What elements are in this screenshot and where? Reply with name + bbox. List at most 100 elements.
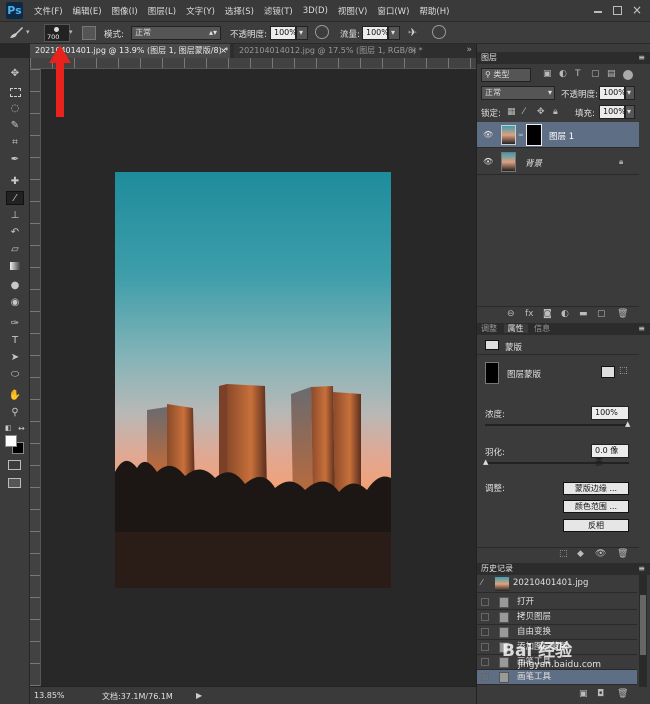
flow-input[interactable]: 100%	[362, 26, 389, 40]
mode-select[interactable]: 正常 ▴▾	[131, 26, 221, 40]
filter-pixel-icon[interactable]: ▣	[543, 69, 552, 79]
quick-select-tool-icon[interactable]: ✎	[6, 118, 24, 132]
density-slider-thumb[interactable]: ▲	[625, 420, 630, 428]
new-document-icon[interactable]: ▣	[579, 689, 588, 699]
zoom-tool-icon[interactable]: ⚲	[6, 405, 24, 419]
close-tab-icon[interactable]: ×	[410, 44, 417, 58]
menu-view[interactable]: 视图(V)	[338, 5, 367, 17]
maximize-icon[interactable]	[613, 6, 622, 15]
feather-input[interactable]: 0.0 像素	[591, 444, 629, 467]
close-tab-icon[interactable]: ×	[220, 44, 227, 58]
menu-filter[interactable]: 滤镜(T)	[264, 5, 293, 17]
opacity-input[interactable]: 100%	[270, 26, 297, 40]
load-selection-icon[interactable]: ⬚	[559, 549, 568, 559]
history-brush-tool-icon[interactable]: ↶	[6, 225, 24, 239]
brush-panel-toggle-icon[interactable]	[82, 26, 96, 40]
tab-adjustments[interactable]: 调整	[481, 324, 497, 333]
filter-shape-icon[interactable]: ▢	[591, 69, 600, 79]
foreground-color-swatch[interactable]	[5, 435, 17, 447]
tab-info[interactable]: 信息	[534, 324, 550, 333]
tabs-overflow-icon[interactable]: »	[466, 45, 472, 55]
clone-stamp-tool-icon[interactable]: ⊥	[6, 208, 24, 222]
pressure-opacity-icon[interactable]	[315, 25, 329, 39]
layer-mask-thumbnail[interactable]	[526, 124, 542, 146]
zoom-level[interactable]: 13.85%	[34, 691, 65, 700]
blend-mode-select[interactable]: 正常 ▾	[481, 86, 555, 100]
toggle-mask-icon[interactable]: 👁︎	[595, 549, 606, 559]
airbrush-icon[interactable]: ✈	[408, 26, 417, 39]
document-image[interactable]	[115, 172, 391, 588]
gradient-tool-icon[interactable]	[6, 259, 24, 273]
history-checkbox[interactable]	[481, 643, 489, 651]
invert-button[interactable]: 反相	[563, 519, 629, 532]
tool-preset-dropdown-icon[interactable]: ▾	[26, 28, 30, 36]
panel-menu-icon[interactable]: ≡	[638, 52, 645, 64]
feather-slider-thumb[interactable]: ▲	[483, 458, 488, 466]
filter-smart-icon[interactable]: ▤	[607, 69, 616, 79]
add-mask-icon[interactable]: ◙	[543, 309, 552, 319]
pen-tool-icon[interactable]: ✑	[6, 316, 24, 330]
lock-position-icon[interactable]: ✥	[537, 107, 545, 117]
lock-pixels-icon[interactable]: ⁄	[523, 107, 525, 117]
mask-edge-button[interactable]: 蒙版边缘 ...	[563, 482, 629, 495]
panel-menu-icon[interactable]: ≡	[638, 323, 645, 335]
history-checkbox[interactable]	[481, 673, 489, 681]
history-checkbox[interactable]	[481, 613, 489, 621]
healing-brush-tool-icon[interactable]: ✚	[6, 174, 24, 188]
close-icon[interactable]: ×	[632, 3, 642, 17]
trash-icon[interactable]: 🗑︎	[617, 689, 628, 699]
filter-adjust-icon[interactable]: ◐	[559, 69, 567, 79]
ellipse-tool-icon[interactable]: ⬭	[6, 367, 24, 381]
apply-mask-icon[interactable]: ◆	[577, 549, 584, 559]
history-checkbox[interactable]	[481, 628, 489, 636]
history-brush-source-icon[interactable]: ⁄	[481, 578, 482, 587]
canvas-area[interactable]	[41, 45, 476, 686]
pixel-mask-button[interactable]	[601, 366, 615, 378]
history-checkbox[interactable]	[481, 598, 489, 606]
color-range-button[interactable]: 颜色范围 ...	[563, 500, 629, 513]
lasso-tool-icon[interactable]: ◌	[6, 101, 24, 115]
brush-tool-active-icon[interactable]: ⁄	[6, 191, 24, 205]
default-colors-icon[interactable]: ◧	[5, 424, 12, 432]
feather-slider[interactable]	[485, 462, 629, 464]
menu-file[interactable]: 文件(F)	[34, 5, 63, 17]
lock-all-icon[interactable]: 🔒︎	[553, 107, 558, 117]
link-layers-icon[interactable]: ⊖	[507, 309, 515, 319]
menu-help[interactable]: 帮助(H)	[419, 5, 449, 17]
brush-preset-dropdown-icon[interactable]: ▾	[69, 28, 73, 36]
menu-layer[interactable]: 图层(L)	[148, 5, 176, 17]
layer-name[interactable]: 图层 1	[549, 130, 574, 142]
density-input[interactable]: 100%	[591, 406, 629, 420]
dodge-tool-icon[interactable]: ◉	[6, 295, 24, 309]
hand-tool-icon[interactable]: ✋	[6, 388, 24, 402]
history-item[interactable]: 打开	[477, 595, 637, 610]
fill-input[interactable]: 100%	[599, 105, 626, 119]
minimize-icon[interactable]	[594, 11, 602, 13]
filter-toggle-icon[interactable]	[623, 70, 633, 80]
eraser-tool-icon[interactable]: ▱	[6, 242, 24, 256]
trash-icon[interactable]: 🗑︎	[617, 549, 628, 559]
path-select-tool-icon[interactable]: ➤	[6, 350, 24, 364]
layer-row-background[interactable]: 👁︎ 背景 🔒︎	[477, 149, 639, 175]
tab-document-2[interactable]: 202104014012.jpg @ 17.5% (图层 1, RGB/8) *…	[234, 44, 423, 58]
history-panel-title[interactable]: 历史记录	[481, 564, 513, 573]
visibility-eye-icon[interactable]: 👁︎	[483, 157, 493, 166]
layers-panel-title[interactable]: 图层	[481, 53, 497, 62]
new-layer-icon[interactable]: ▢	[597, 309, 606, 319]
history-item[interactable]: 拷贝图层	[477, 610, 637, 625]
brush-preset-picker[interactable]: 700	[44, 24, 70, 42]
layer-name[interactable]: 背景	[525, 157, 542, 169]
scrollbar-thumb[interactable]	[640, 595, 646, 655]
move-tool-icon[interactable]: ✥	[6, 66, 24, 80]
fill-dropdown-icon[interactable]: ▾	[625, 105, 635, 119]
status-menu-arrow-icon[interactable]: ▶	[196, 691, 202, 700]
pressure-size-icon[interactable]	[432, 25, 446, 39]
screen-mode-icon[interactable]	[8, 478, 21, 488]
opacity-dropdown-icon[interactable]: ▾	[296, 26, 308, 40]
history-item-active[interactable]: 画笔工具	[477, 670, 637, 685]
eyedropper-tool-icon[interactable]: ✒	[6, 152, 24, 166]
menu-3d[interactable]: 3D(D)	[303, 6, 328, 16]
menu-type[interactable]: 文字(Y)	[186, 5, 215, 17]
history-scrollbar[interactable]	[639, 575, 647, 687]
history-checkbox[interactable]	[481, 658, 489, 666]
